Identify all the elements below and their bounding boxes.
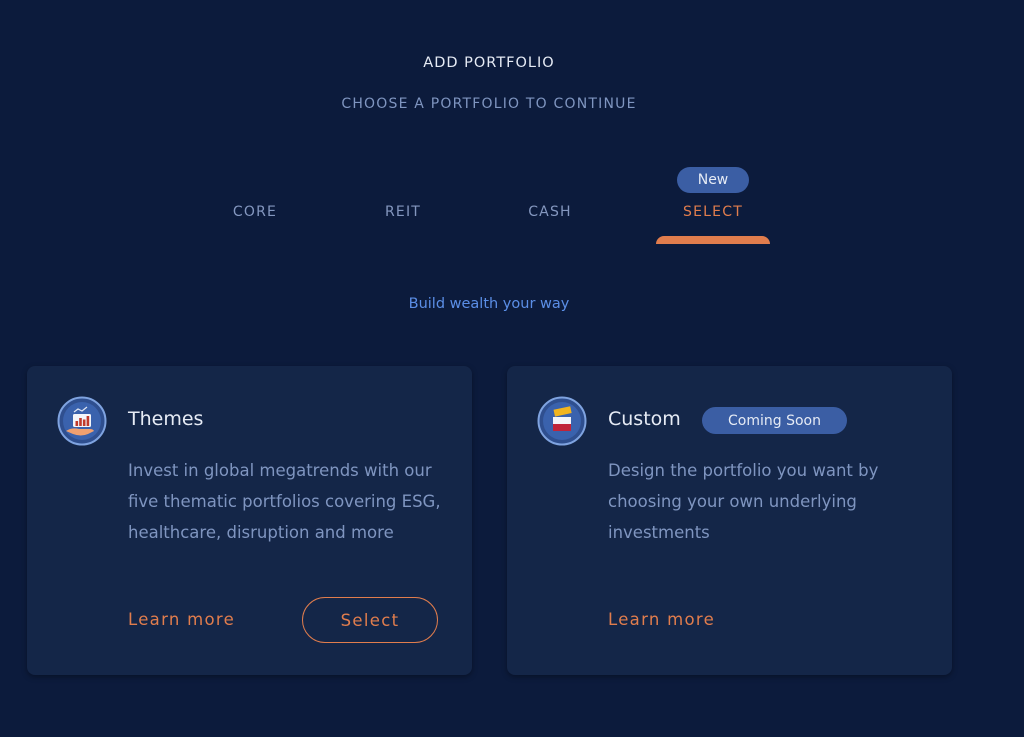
- custom-blocks-icon: [537, 396, 587, 446]
- themes-card-description: Invest in global megatrends with our fiv…: [128, 461, 441, 542]
- custom-card-title: Custom: [608, 408, 681, 430]
- themes-card-title: Themes: [128, 408, 204, 430]
- custom-learn-more-link[interactable]: Learn more: [608, 610, 715, 629]
- new-badge: New: [677, 167, 749, 193]
- tagline: Build wealth your way: [408, 296, 570, 312]
- page-subtitle: CHOOSE A PORTFOLIO TO CONTINUE: [341, 96, 637, 112]
- themes-card: Themes Invest in global megatrends with …: [27, 366, 472, 675]
- tab-core[interactable]: CORE: [215, 204, 295, 220]
- custom-card: Custom Coming Soon Design the portfolio …: [507, 366, 952, 675]
- tab-cash[interactable]: CASH: [510, 204, 590, 220]
- themes-chart-hand-icon: [57, 396, 107, 446]
- coming-soon-badge: Coming Soon: [702, 407, 847, 434]
- tab-reit[interactable]: REIT: [363, 204, 443, 220]
- themes-learn-more-link[interactable]: Learn more: [128, 610, 235, 629]
- tab-select[interactable]: SELECT: [657, 204, 769, 220]
- page-title: ADD PORTFOLIO: [423, 55, 555, 71]
- themes-select-button[interactable]: Select: [302, 597, 438, 643]
- add-portfolio-page: ADD PORTFOLIO CHOOSE A PORTFOLIO TO CONT…: [0, 0, 1024, 737]
- active-tab-indicator: [656, 236, 770, 244]
- custom-card-description: Design the portfolio you want by choosin…: [608, 461, 879, 542]
